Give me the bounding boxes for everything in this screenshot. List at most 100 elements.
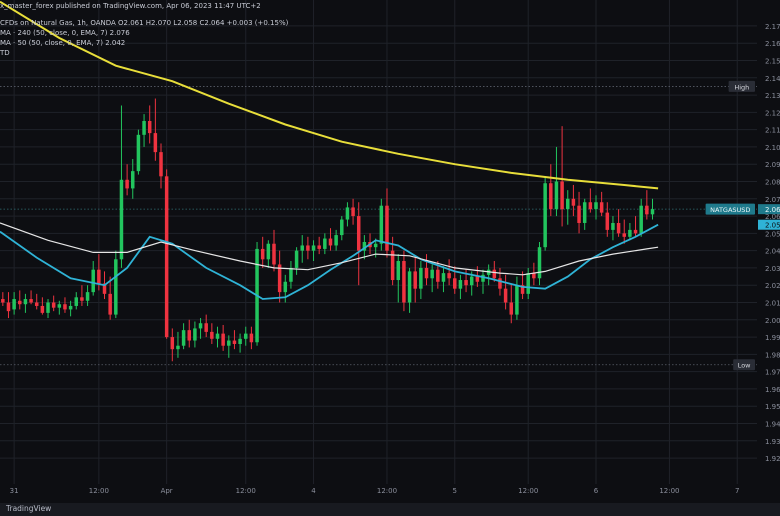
candle-bullish	[227, 340, 231, 346]
candle-bearish	[164, 176, 169, 338]
candle-bearish	[249, 333, 254, 343]
price-chart[interactable]: 2.17 2.16 2.15 2.14 2.13 2.12 2.11 2.10 2.09 2.08…	[0, 0, 780, 516]
candle-bearish	[605, 212, 610, 230]
time-tick-label: Apr	[161, 487, 173, 495]
candle-bullish	[345, 207, 350, 220]
candle-bearish	[549, 183, 553, 210]
candle-bearish	[447, 273, 451, 279]
price-tick-label: 1.98	[765, 351, 780, 359]
candle-bullish	[537, 247, 542, 279]
time-tick-label: 5	[453, 487, 457, 495]
candle-bullish	[407, 271, 412, 303]
candle-bearish	[221, 333, 225, 346]
candle-bearish	[306, 245, 310, 251]
price-tick-label: 2.11	[765, 127, 780, 135]
candle-bearish	[464, 280, 468, 286]
candle-bullish	[142, 121, 146, 135]
time-tick-label: 12:00	[659, 487, 679, 495]
candle-bearish	[424, 267, 429, 279]
price-tick-label: 2.17	[765, 23, 780, 31]
candle-bullish	[628, 229, 632, 237]
candle-bullish	[215, 333, 220, 339]
candle-bearish	[125, 179, 129, 189]
candle-bullish	[373, 243, 378, 248]
candle-bearish	[204, 323, 208, 332]
candle-bullish	[582, 202, 587, 223]
candle-bullish	[515, 285, 519, 315]
candle-bullish	[176, 345, 180, 350]
candle-bearish	[187, 330, 192, 341]
candle-bullish	[74, 297, 79, 306]
candle-bullish	[565, 198, 570, 210]
candle-bullish	[594, 202, 598, 210]
footer-bar: TradingView	[0, 503, 780, 516]
price-tick-label: 2.03	[765, 265, 780, 273]
time-tick-label: 7	[735, 487, 739, 495]
candle-bearish	[351, 207, 355, 217]
candle-bullish	[300, 245, 304, 251]
candle-bearish	[560, 181, 564, 210]
time-axis[interactable]: 31 12:00 Apr 12:00 4 12:00 5 12:00 6 12:00 7	[0, 484, 780, 503]
price-tick-label: 2.01	[765, 300, 780, 308]
price-tick-label: 1.92	[765, 455, 780, 463]
candle-bullish	[650, 209, 655, 215]
candle-bearish	[577, 205, 581, 223]
candle-bullish	[12, 299, 16, 310]
time-tick-label: 12:00	[89, 487, 109, 495]
price-tick-label: 1.99	[765, 334, 780, 342]
price-tick-label: 2.00	[765, 317, 780, 325]
publisher-line: x_master_forex published on TradingView.…	[0, 2, 261, 10]
candle-bullish	[136, 134, 141, 172]
price-tick-label: 1.93	[765, 438, 780, 446]
candle-bullish	[334, 235, 338, 246]
price-tick-label: 1.95	[765, 403, 780, 411]
candle-bullish	[294, 250, 299, 268]
candle-bearish	[328, 238, 333, 246]
candle-bearish	[413, 271, 417, 289]
candle-bearish	[170, 337, 175, 350]
candle-bearish	[210, 331, 214, 339]
candle-bearish	[503, 288, 508, 303]
candle-bearish	[29, 299, 33, 303]
price-axis[interactable]: 2.17 2.16 2.15 2.14 2.13 2.12 2.11 2.10 2.09 2.08…	[757, 0, 780, 503]
candle-bearish	[1, 299, 5, 303]
candle-bullish	[311, 245, 316, 251]
price-tick-label: 2.14	[765, 75, 780, 83]
candle-bearish	[80, 297, 84, 301]
candle-bearish	[97, 269, 101, 284]
candle-bullish	[554, 181, 559, 210]
candle-bearish	[40, 305, 45, 313]
candle-bearish	[159, 152, 163, 177]
candle-bearish	[260, 248, 265, 260]
price-tick-label: 2.12	[765, 109, 780, 117]
candle-bullish	[198, 323, 203, 329]
candle-bullish	[639, 205, 643, 234]
candle-bullish	[543, 183, 547, 248]
time-tick-label: 6	[594, 487, 599, 495]
price-tick-label: 1.94	[765, 421, 780, 429]
candle-bearish	[453, 278, 457, 289]
candle-bullish	[85, 292, 90, 301]
candle-bullish	[91, 269, 95, 293]
candle-bullish	[289, 267, 293, 282]
ema240-legend: MA · 240 (50, close, 0, EMA, 7) 2.076	[0, 29, 130, 37]
candle-bearish	[317, 245, 321, 249]
candle-bearish	[153, 133, 158, 153]
candle-bullish	[68, 305, 73, 310]
candle-bullish	[131, 171, 135, 189]
candle-bearish	[436, 269, 440, 282]
price-tick-label: 2.07	[765, 196, 780, 204]
price-tick-label: 2.08	[765, 179, 780, 187]
candle-bearish	[645, 205, 649, 215]
candle-bullish	[469, 276, 474, 286]
current-price-badge: 2.064	[765, 206, 780, 214]
price-tick-label: 2.02	[765, 282, 780, 290]
candle-bearish	[63, 304, 67, 310]
price-tick-label: 2.05	[765, 230, 780, 238]
candle-bearish	[492, 269, 497, 279]
candle-bearish	[622, 233, 626, 237]
extra-legend: TD	[0, 49, 10, 57]
candle-bullish	[396, 261, 401, 281]
candle-bearish	[509, 302, 514, 315]
candle-bearish	[34, 302, 39, 306]
